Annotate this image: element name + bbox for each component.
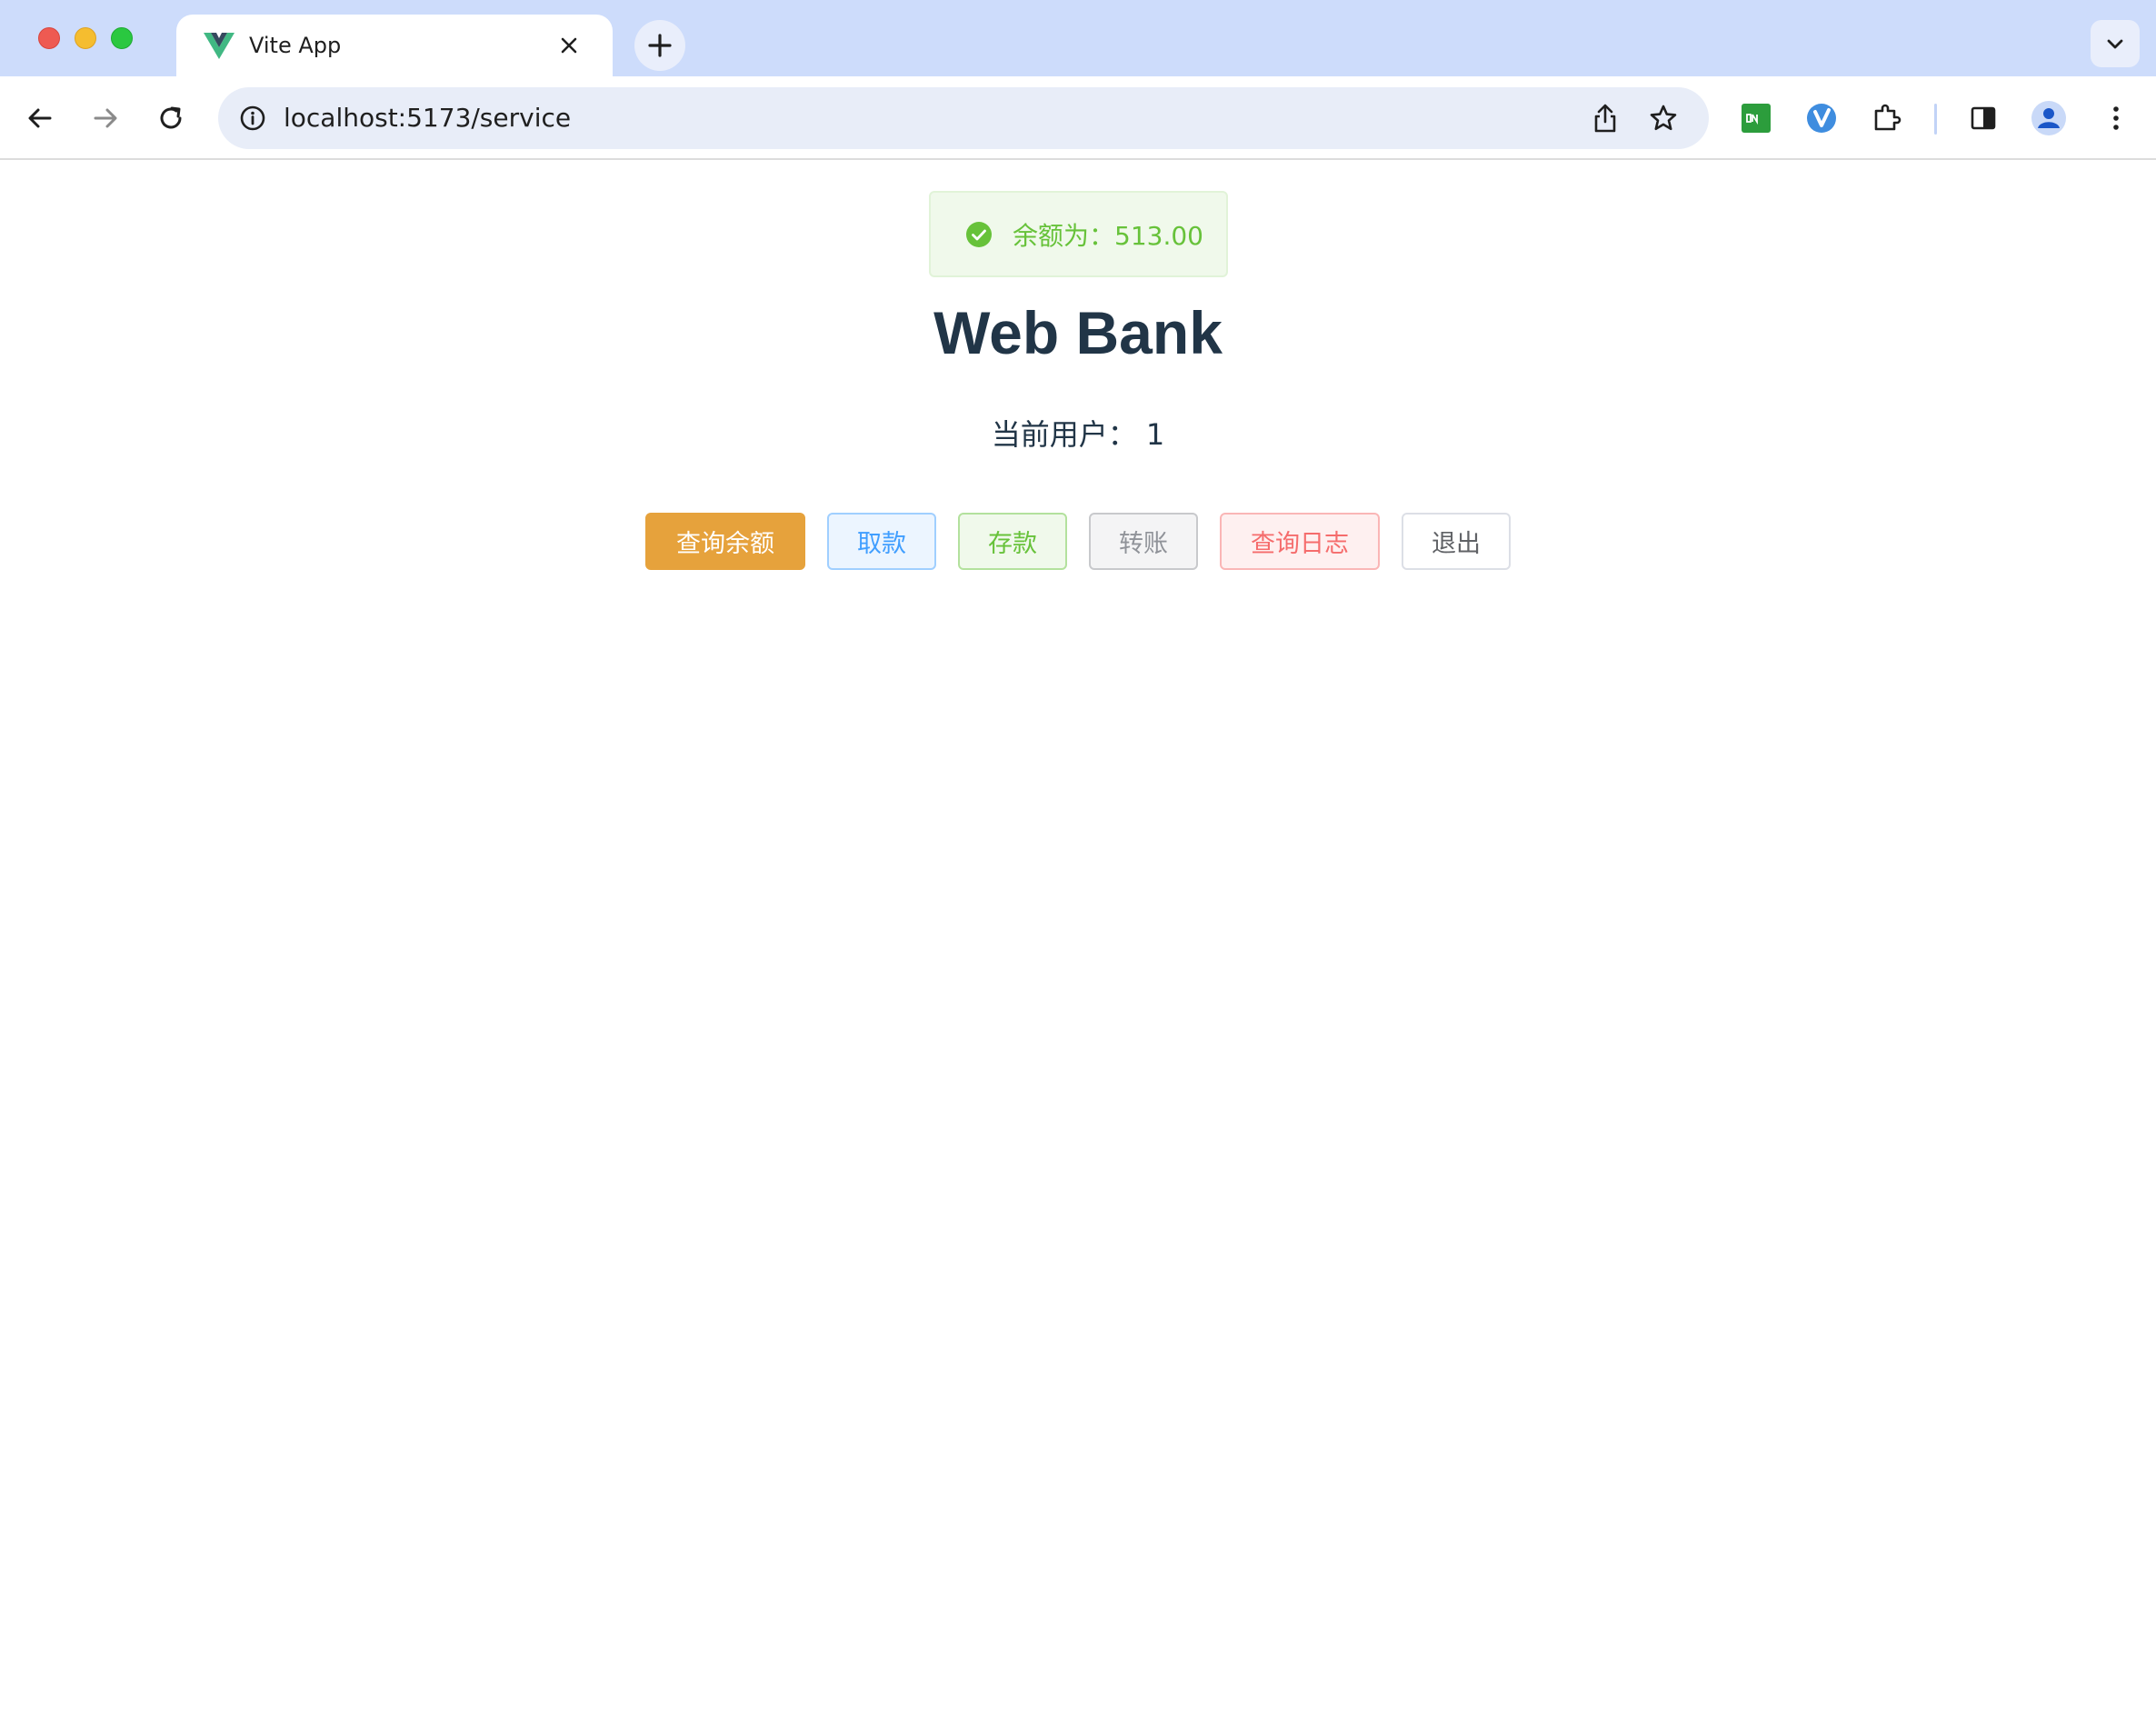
arrow-left-icon xyxy=(28,108,52,128)
close-icon xyxy=(561,37,577,54)
withdraw-button[interactable]: 取款 xyxy=(827,513,936,570)
vue-logo-icon xyxy=(204,33,235,59)
side-panel-button[interactable] xyxy=(1961,96,2005,140)
star-icon xyxy=(1650,105,1677,131)
tab-search-button[interactable] xyxy=(2091,20,2140,67)
profile-button[interactable] xyxy=(2027,96,2071,140)
deposit-button[interactable]: 存款 xyxy=(958,513,1067,570)
bookmark-button[interactable] xyxy=(1643,98,1683,138)
on-extension-icon xyxy=(1742,104,1771,133)
share-icon xyxy=(1594,104,1616,133)
browser-tab[interactable]: Vite App xyxy=(176,15,613,76)
maximize-window-button[interactable] xyxy=(111,27,133,49)
browser-tab-bar: Vite App xyxy=(0,0,2156,76)
minimize-window-button[interactable] xyxy=(75,27,96,49)
profile-icon xyxy=(2031,101,2066,135)
info-icon xyxy=(240,105,265,131)
address-bar[interactable]: localhost:5173/service xyxy=(218,87,1709,149)
on-extension-button[interactable] xyxy=(1734,96,1778,140)
check-circle-icon xyxy=(966,221,992,247)
plus-icon xyxy=(648,34,672,57)
url-text: localhost:5173/service xyxy=(284,103,572,133)
toolbar-divider xyxy=(1934,104,1937,135)
reload-button[interactable] xyxy=(149,96,193,140)
chevron-down-icon xyxy=(2107,39,2123,49)
vimium-icon xyxy=(1807,104,1836,133)
vimium-extension-button[interactable] xyxy=(1800,96,1843,140)
site-info-button[interactable] xyxy=(235,100,271,136)
side-panel-icon xyxy=(1971,106,1996,130)
transfer-button[interactable]: 转账 xyxy=(1089,513,1198,570)
query-balance-button[interactable]: 查询余额 xyxy=(645,513,805,570)
page-title: Web Bank xyxy=(933,299,1223,366)
close-window-button[interactable] xyxy=(38,27,60,49)
more-vertical-icon xyxy=(2113,106,2119,130)
message-text: 余额为：513.00 xyxy=(1013,220,1203,251)
logout-button[interactable]: 退出 xyxy=(1402,513,1511,570)
reload-icon xyxy=(160,106,182,129)
page-content: 余额为：513.00 Web Bank 当前用户： 1 查询余额 取款 存款 转… xyxy=(0,162,2156,1709)
new-tab-button[interactable] xyxy=(634,20,685,71)
back-button[interactable] xyxy=(18,96,62,140)
arrow-right-icon xyxy=(94,108,117,128)
tab-title: Vite App xyxy=(249,33,342,58)
share-button[interactable] xyxy=(1585,98,1625,138)
extensions-button[interactable] xyxy=(1865,96,1909,140)
success-message: 余额为：513.00 xyxy=(929,191,1228,277)
browser-toolbar: localhost:5173/service xyxy=(0,76,2156,160)
chrome-menu-button[interactable] xyxy=(2094,96,2138,140)
puzzle-extensions-icon xyxy=(1874,104,1901,131)
query-log-button[interactable]: 查询日志 xyxy=(1220,513,1380,570)
current-user-label: 当前用户： 1 xyxy=(991,417,1165,452)
tab-close-button[interactable] xyxy=(554,31,584,60)
forward-button[interactable] xyxy=(84,96,127,140)
